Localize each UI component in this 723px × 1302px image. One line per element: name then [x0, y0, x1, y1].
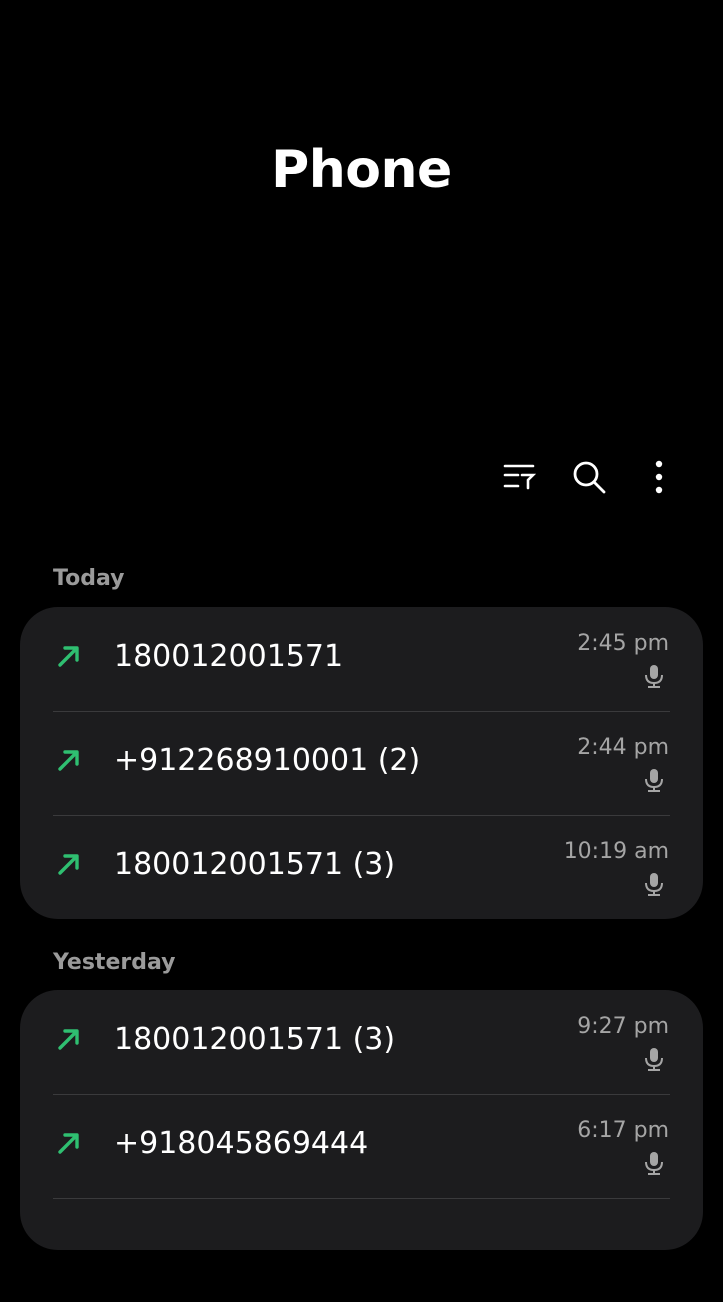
call-time: 6:17 pm — [577, 1118, 669, 1143]
outgoing-call-icon — [58, 750, 79, 771]
call-log-row[interactable]: 180012001571 2:45 pm — [20, 607, 703, 711]
more-vert-icon — [655, 460, 663, 494]
call-time: 9:27 pm — [577, 1014, 669, 1039]
microphone-icon — [645, 1152, 663, 1175]
call-time: 10:19 am — [563, 839, 669, 864]
call-log-card-yesterday: 180012001571 (3) 9:27 pm +918045869444 6… — [20, 990, 703, 1250]
toolbar — [495, 452, 683, 502]
call-number: 180012001571 — [114, 639, 344, 674]
outgoing-call-icon — [58, 1133, 79, 1154]
call-number: 180012001571 (3) — [114, 1022, 396, 1057]
section-label-yesterday: Yesterday — [53, 950, 176, 975]
call-log-card-today: 180012001571 2:45 pm +912268910001 (2) 2… — [20, 607, 703, 919]
search-button[interactable] — [565, 453, 613, 501]
page-title: Phone — [271, 140, 452, 200]
call-time: 2:44 pm — [577, 735, 669, 760]
section-label-today: Today — [53, 566, 125, 591]
call-log-row[interactable]: 180012001571 (3) 9:27 pm — [20, 990, 703, 1094]
outgoing-call-icon — [58, 646, 79, 667]
call-time: 2:45 pm — [577, 631, 669, 656]
call-number: +918045869444 — [114, 1126, 369, 1161]
outgoing-call-icon — [58, 1029, 79, 1050]
filter-button[interactable] — [495, 453, 543, 501]
call-number: +912268910001 (2) — [114, 743, 421, 778]
microphone-icon — [645, 665, 663, 688]
outgoing-call-icon — [58, 854, 79, 875]
search-icon — [573, 461, 606, 494]
call-log-row[interactable]: 180012001571 (3) 10:19 am — [20, 815, 703, 919]
call-number: 180012001571 (3) — [114, 847, 396, 882]
more-options-button[interactable] — [635, 453, 683, 501]
call-log-row[interactable]: +912268910001 (2) 2:44 pm — [20, 711, 703, 815]
call-log-row[interactable]: +918045869444 6:17 pm — [20, 1094, 703, 1198]
call-log-row-partial[interactable] — [20, 1198, 703, 1302]
microphone-icon — [645, 1048, 663, 1071]
filter-list-icon — [503, 464, 536, 490]
microphone-icon — [645, 769, 663, 792]
microphone-icon — [645, 873, 663, 896]
